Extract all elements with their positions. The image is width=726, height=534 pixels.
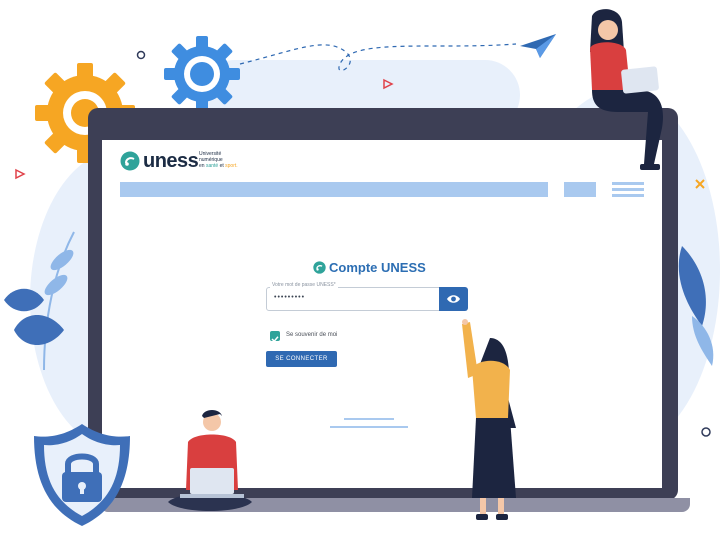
flight-path [239, 43, 517, 72]
uness-logo-icon [120, 151, 140, 171]
gear-icon [164, 36, 240, 112]
footer-line [344, 418, 394, 420]
hamburger-icon[interactable] [612, 194, 644, 197]
tagline-word: santé [205, 163, 219, 169]
nav-bar[interactable] [120, 182, 548, 197]
paper-plane-icon [520, 34, 556, 58]
person-with-laptop-illustration [168, 410, 252, 511]
brand-tagline: Université numérique en santé et sport. [199, 151, 259, 169]
triangle-decoration [15, 168, 26, 180]
hamburger-icon[interactable] [612, 188, 644, 191]
tagline-line: en santé et sport. [199, 163, 259, 169]
login-title: Compte UNESS [329, 260, 426, 275]
person-on-monitor-illustration [590, 9, 663, 170]
cross-decoration [695, 179, 705, 189]
show-password-button[interactable] [439, 287, 468, 311]
eye-icon [447, 295, 460, 303]
padlock-icon [34, 424, 130, 526]
ring-decoration [136, 50, 146, 60]
login-button[interactable]: SE CONNECTER [266, 351, 337, 367]
footer-line [330, 426, 408, 428]
ring-decoration [701, 427, 711, 437]
leaf-decoration [4, 231, 75, 370]
brand-name[interactable]: uness [143, 150, 199, 173]
nav-button[interactable] [564, 182, 596, 197]
password-label: Votre mot de passe UNESS* [270, 282, 338, 288]
tagline-word: sport. [225, 163, 238, 169]
check-icon [271, 336, 279, 343]
tagline-word: en [199, 163, 206, 169]
uness-logo-icon [313, 261, 326, 274]
password-value[interactable]: ••••••••• [274, 294, 305, 301]
triangle-decoration [383, 78, 394, 90]
remember-checkbox[interactable] [270, 331, 280, 343]
hamburger-icon[interactable] [612, 182, 644, 185]
remember-label: Se souvenir de moi [286, 332, 338, 338]
person-pointing-illustration [462, 319, 516, 520]
